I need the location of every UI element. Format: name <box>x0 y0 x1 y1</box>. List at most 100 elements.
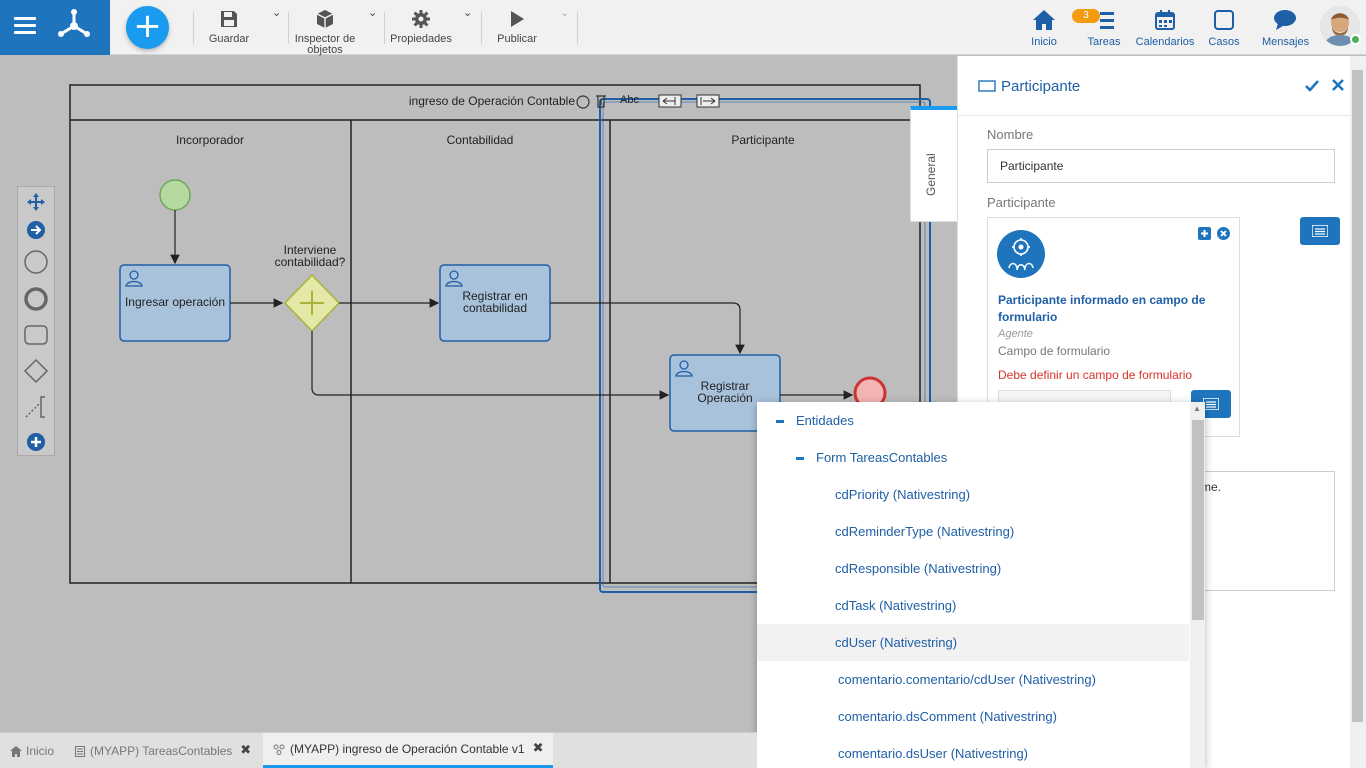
nav-mensajes[interactable]: Mensajes <box>1262 8 1310 48</box>
publish-dropdown-chevron-icon[interactable]: ⌄ <box>560 8 569 19</box>
tree-node-entidades-label: Entidades <box>796 413 854 428</box>
toolbar-separator <box>384 12 385 44</box>
participante-label: Participante <box>987 195 1056 210</box>
tab-general[interactable]: General <box>910 106 957 222</box>
nav-inicio-label: Inicio <box>1031 36 1057 48</box>
rounded-rect-icon <box>24 325 48 345</box>
card-type: Agente <box>998 328 1033 340</box>
scroll-up-arrow-icon[interactable]: ▲ <box>1193 404 1201 413</box>
doc-tab-proceso[interactable]: (MYAPP) ingreso de Operación Contable v1… <box>263 733 554 768</box>
shrink-lane-icon[interactable] <box>658 94 682 108</box>
expand-lane-icon[interactable] <box>696 94 720 108</box>
task-registrar-label-line2: contabilidad <box>462 301 528 315</box>
home-icon <box>1033 10 1055 30</box>
toolbar-separator <box>193 12 194 44</box>
properties-button[interactable]: Propiedades <box>388 8 454 45</box>
tree-leaf-item[interactable]: cdTask (Nativestring) <box>757 587 1189 624</box>
calendar-icon <box>1155 10 1175 30</box>
object-inspector-button[interactable]: Inspector de objetos <box>290 8 360 56</box>
add-button[interactable]: + <box>126 6 169 49</box>
chat-bubble-icon <box>1274 10 1296 30</box>
plus-circle-icon <box>27 433 45 451</box>
tree-leaf-item-hovered[interactable]: cdUser (Nativestring) <box>757 624 1189 661</box>
tasks-count-badge: 3 <box>1072 9 1100 23</box>
nav-calendarios[interactable]: Calendarios <box>1134 8 1196 48</box>
collapse-icon[interactable] <box>776 420 784 424</box>
lane-label-participante: Participante <box>731 133 795 147</box>
palette-task[interactable] <box>18 320 54 350</box>
properties-dropdown-chevron-icon[interactable]: ⌄ <box>463 8 472 19</box>
inspector-dropdown-chevron-icon[interactable]: ⌄ <box>368 8 377 19</box>
arrow-right-circle-icon <box>27 221 45 239</box>
palette-move-tool[interactable] <box>18 187 54 217</box>
palette-connect-tool[interactable] <box>18 215 54 245</box>
task-registrar-label: Registrar en contabilidad <box>440 290 550 314</box>
panel-scrollbar-thumb[interactable] <box>1352 70 1363 722</box>
nav-tareas-label: Tareas <box>1087 36 1121 48</box>
save-button[interactable]: Guardar <box>204 8 254 45</box>
lane-label-contabilidad: Contabilidad <box>446 133 514 147</box>
start-event[interactable] <box>159 179 191 211</box>
card-subtitle: Campo de formulario <box>998 344 1111 358</box>
toolbar-separator <box>288 12 289 44</box>
tree-leaf-item[interactable]: comentario.comentario/cdUser (Nativestri… <box>757 661 1189 698</box>
tree-leaf-item[interactable]: cdResponsible (Nativestring) <box>757 550 1189 587</box>
doc-tab-inicio[interactable]: Inicio <box>10 733 54 768</box>
card-title: Participante informado en campo de formu… <box>998 293 1206 324</box>
doc-tab-proceso-label: (MYAPP) ingreso de Operación Contable v1 <box>290 742 525 756</box>
confirm-check-icon[interactable] <box>1305 79 1319 93</box>
nav-inicio[interactable]: Inicio <box>1026 8 1062 48</box>
save-dropdown-chevron-icon[interactable]: ⌄ <box>272 8 281 19</box>
nombre-input[interactable] <box>987 149 1335 183</box>
lane-label-incorporador: Incorporador <box>175 133 245 147</box>
menu-icon[interactable] <box>14 17 36 35</box>
close-tab-icon[interactable]: ✖ <box>240 736 251 766</box>
panel-header-divider <box>958 115 1351 116</box>
element-palette <box>17 186 55 456</box>
tree-leaf-item[interactable]: cdReminderType (Nativestring) <box>757 513 1189 550</box>
participant-list-button[interactable] <box>1300 217 1340 245</box>
doc-tab-tareas-contables[interactable]: (MYAPP) TareasContables ✖ <box>75 733 251 768</box>
nav-casos[interactable]: Casos <box>1206 8 1242 48</box>
circle-thin-icon <box>24 250 48 274</box>
form-doc-icon <box>75 745 85 757</box>
close-icon[interactable] <box>1332 79 1344 91</box>
palette-gateway[interactable] <box>18 356 54 386</box>
properties-label: Propiedades <box>390 33 452 45</box>
panel-title: Participante <box>1001 78 1081 95</box>
app-logo-icon[interactable] <box>56 8 92 44</box>
play-icon <box>511 11 524 27</box>
connect-circle-icon[interactable] <box>576 95 590 109</box>
palette-association[interactable] <box>18 392 54 422</box>
collapse-icon[interactable] <box>796 457 804 461</box>
save-icon <box>221 11 237 27</box>
add-square-icon[interactable] <box>1198 227 1211 240</box>
tree-node-form[interactable]: Form TareasContables <box>757 439 1189 476</box>
palette-more[interactable] <box>18 427 54 457</box>
tree-node-form-label: Form TareasContables <box>816 450 948 465</box>
tree-leaf-item[interactable]: cdPriority (Nativestring) <box>757 476 1189 513</box>
dropdown-scrollbar-thumb[interactable] <box>1192 420 1204 620</box>
description-textarea[interactable]: rme. <box>1190 471 1335 591</box>
dotted-connector-icon <box>25 396 45 418</box>
tree-node-entidades[interactable]: Entidades <box>757 402 1189 439</box>
online-status-dot <box>1350 34 1361 45</box>
tree-leaf-item[interactable]: comentario.dsComment (Nativestring) <box>757 698 1189 735</box>
remove-circle-icon[interactable] <box>1217 227 1230 240</box>
nav-mensajes-label: Mensajes <box>1262 36 1310 48</box>
agent-gear-people-icon <box>997 230 1045 278</box>
palette-end-event[interactable] <box>18 284 54 314</box>
close-tab-icon[interactable]: ✖ <box>533 734 544 764</box>
publish-button[interactable]: Publicar <box>492 8 542 45</box>
tree-leaf-item[interactable]: comentario.dsUser (Nativestring) <box>757 735 1189 768</box>
text-annotation-tool[interactable]: Abc <box>620 94 639 106</box>
cube-icon <box>316 10 334 28</box>
case-square-icon <box>1214 10 1234 30</box>
home-icon <box>10 745 22 757</box>
circle-thick-icon <box>24 287 48 311</box>
nombre-label: Nombre <box>987 127 1034 142</box>
list-icon <box>1312 225 1328 237</box>
top-toolbar: + Guardar ⌄ Inspector de objetos ⌄ Propi… <box>0 0 1366 56</box>
palette-start-event[interactable] <box>18 247 54 277</box>
doc-tab-inicio-label: Inicio <box>26 744 55 758</box>
